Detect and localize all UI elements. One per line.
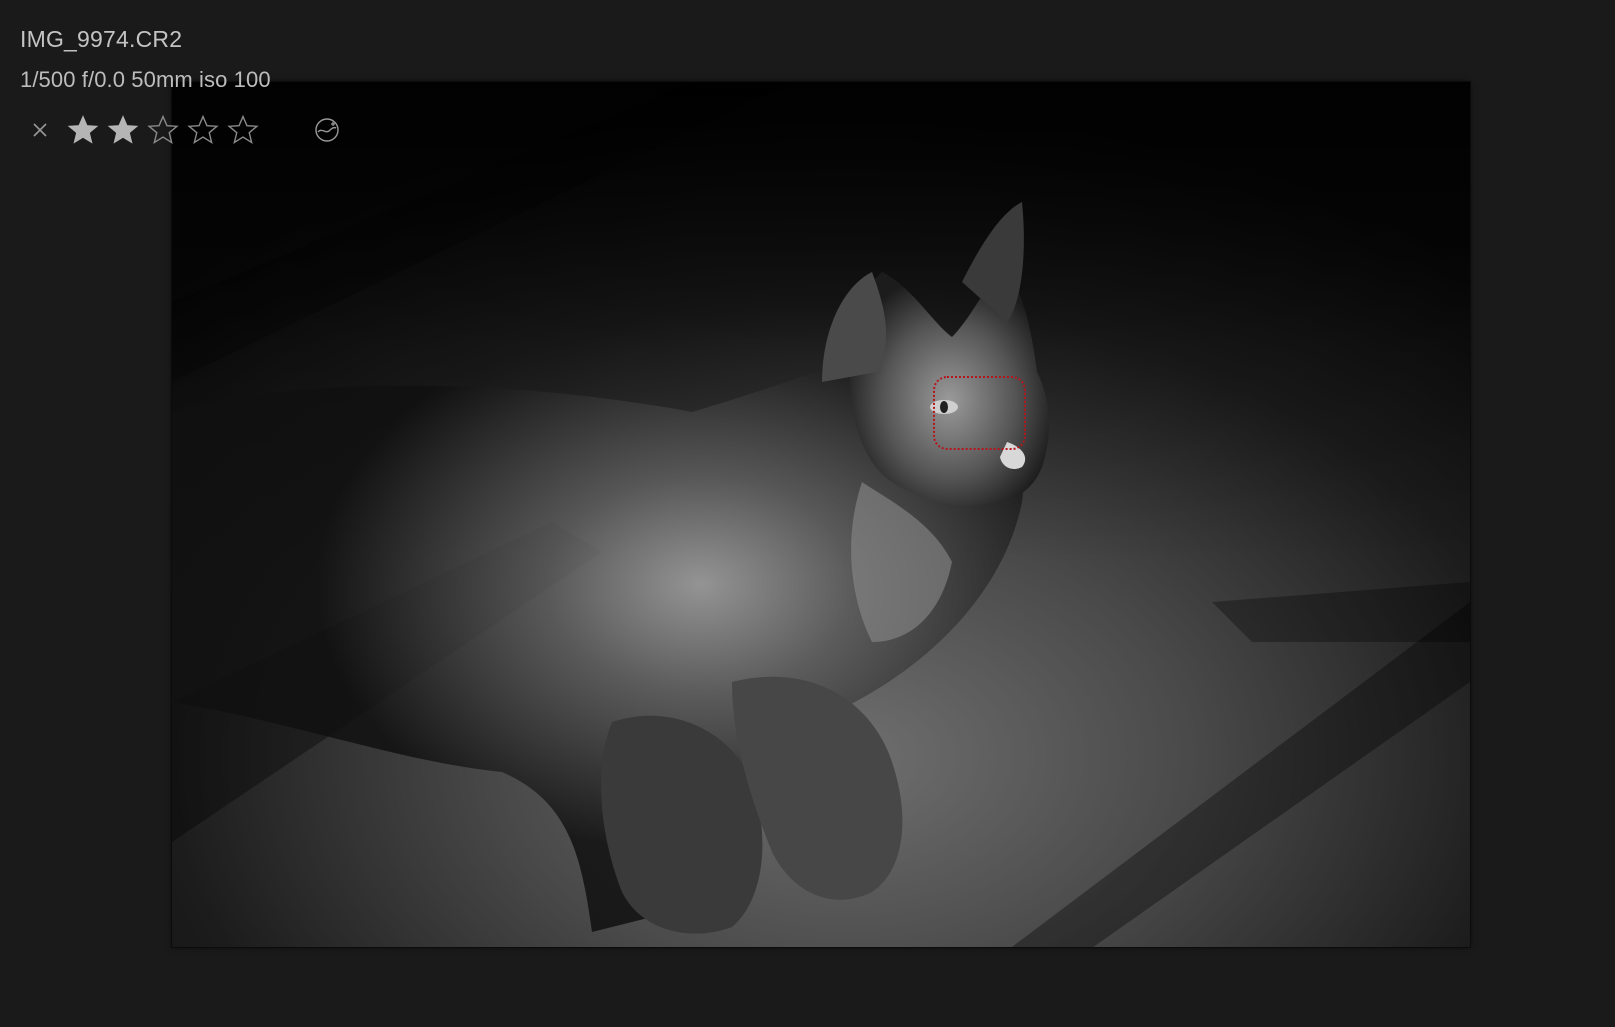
- reject-button[interactable]: [28, 118, 52, 142]
- image-filename: IMG_9974.CR2: [20, 26, 183, 52]
- focus-point-marker: [933, 376, 1026, 450]
- star-outline-icon: [147, 114, 179, 144]
- color-labels-icon: [315, 118, 339, 142]
- image-info-overlay: IMG_9974.CR2 1/500 f/0.0 50mm iso 100: [0, 0, 420, 160]
- color-labels-button[interactable]: [312, 115, 342, 145]
- rating-bar: [28, 111, 342, 149]
- star-outline-icon: [227, 114, 259, 144]
- star-1-button[interactable]: [64, 111, 102, 149]
- darkroom-viewer: IMG_9974.CR2 1/500 f/0.0 50mm iso 100: [0, 0, 1615, 1027]
- close-x-icon: [33, 123, 47, 137]
- star-4-button[interactable]: [184, 111, 222, 149]
- star-5-button[interactable]: [224, 111, 262, 149]
- cat-photo: [172, 82, 1470, 947]
- star-filled-icon: [67, 115, 99, 144]
- star-outline-icon: [187, 114, 219, 144]
- image-exif-info: 1/500 f/0.0 50mm iso 100: [20, 67, 271, 92]
- star-2-button[interactable]: [104, 111, 142, 149]
- star-3-button[interactable]: [144, 111, 182, 149]
- photo-preview[interactable]: [172, 82, 1470, 947]
- star-filled-icon: [107, 115, 139, 144]
